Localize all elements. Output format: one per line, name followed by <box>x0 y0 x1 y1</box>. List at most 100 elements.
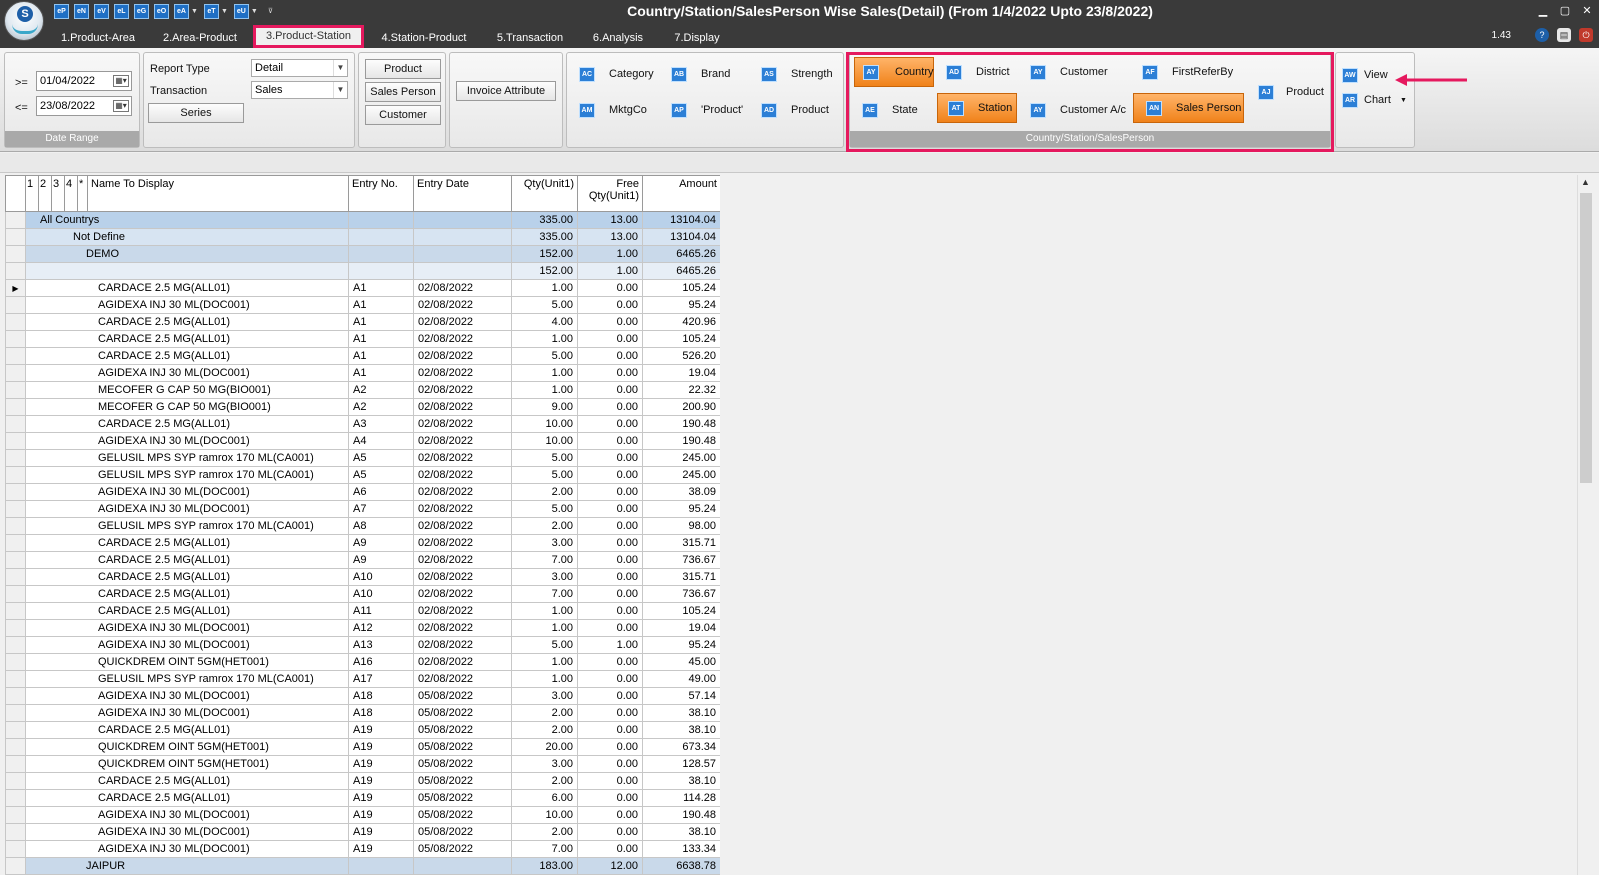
scroll-up-icon[interactable]: ▲ <box>1581 177 1590 187</box>
tab-product-area[interactable]: 1.Product-Area <box>58 28 138 48</box>
quick-access-icon-8[interactable]: eT <box>203 3 219 19</box>
customer-account-option[interactable]: AY Customer A/c <box>1030 95 1130 125</box>
quoted-product-option[interactable]: AP 'Product' <box>671 95 751 125</box>
district-option[interactable]: AD District <box>946 57 1022 87</box>
chevron-down-icon[interactable]: ▼ <box>333 82 347 98</box>
row-selector[interactable] <box>5 670 26 688</box>
table-row[interactable]: AGIDEXA INJ 30 ML(DOC001) A18 05/08/2022 3.… <box>5 687 720 705</box>
table-row[interactable]: ▶ CARDACE 2.5 MG(ALL01) A1 02/08/2022 1.00 0.… <box>5 279 720 297</box>
row-selector[interactable] <box>5 296 26 314</box>
header-level-4[interactable]: 4 <box>64 175 78 212</box>
row-selector[interactable] <box>5 653 26 671</box>
row-selector[interactable] <box>5 585 26 603</box>
quick-access-icon-3[interactable]: eV <box>94 3 109 19</box>
group-row[interactable]: JAIPUR 183.00 12.00 6638.78 <box>5 857 720 875</box>
table-row[interactable]: AGIDEXA INJ 30 ML(DOC001) A13 02/08/2022 5.… <box>5 636 720 654</box>
row-selector[interactable] <box>5 211 26 229</box>
group-row[interactable]: All Countrys 335.00 13.00 13104.04 <box>5 211 720 229</box>
minimize-icon[interactable]: ▁ <box>1536 4 1550 18</box>
row-selector[interactable] <box>5 857 26 875</box>
chevron-down-icon[interactable]: ▼ <box>191 8 198 15</box>
table-row[interactable]: CARDACE 2.5 MG(ALL01) A10 02/08/2022 3.00 0.… <box>5 568 720 586</box>
row-selector[interactable] <box>5 228 26 246</box>
table-row[interactable]: CARDACE 2.5 MG(ALL01) A3 02/08/2022 10.00 0.… <box>5 415 720 433</box>
row-selector[interactable] <box>5 534 26 552</box>
chevron-down-icon[interactable]: ▼ <box>221 8 228 15</box>
station-option[interactable]: AT Station <box>937 93 1017 123</box>
row-selector[interactable] <box>5 500 26 518</box>
row-selector[interactable] <box>5 806 26 824</box>
maximize-icon[interactable]: ▢ <box>1558 4 1572 18</box>
tab-transaction[interactable]: 5.Transaction <box>491 28 569 48</box>
row-selector[interactable] <box>5 432 26 450</box>
table-row[interactable]: AGIDEXA INJ 30 ML(DOC001) A4 02/08/2022 10.… <box>5 432 720 450</box>
row-selector[interactable] <box>5 483 26 501</box>
app-logo[interactable]: S <box>4 1 44 41</box>
chevron-down-icon[interactable]: ▼ <box>1400 97 1407 104</box>
row-selector[interactable] <box>5 738 26 756</box>
header-level-2[interactable]: 2 <box>38 175 52 212</box>
report-type-select[interactable]: Detail ▼ <box>251 59 348 77</box>
mktgco-option[interactable]: AM MktgCo <box>579 95 663 125</box>
customer-filter-button[interactable]: Customer <box>365 105 441 125</box>
table-row[interactable]: QUICKDREM OINT 5GM(HET001) A19 05/08/2022 3… <box>5 755 720 773</box>
row-selector[interactable] <box>5 721 26 739</box>
chart-button[interactable]: AR Chart ▼ <box>1342 90 1408 110</box>
exit-icon[interactable]: ⏻ <box>1579 28 1593 42</box>
row-selector[interactable] <box>5 364 26 382</box>
row-selector[interactable] <box>5 840 26 858</box>
header-entry-date[interactable]: Entry Date <box>413 175 512 212</box>
header-amount[interactable]: Amount <box>642 175 720 212</box>
row-selector[interactable] <box>5 262 26 280</box>
header-free-qty[interactable]: Free Qty(Unit1) <box>577 175 643 212</box>
table-row[interactable]: AGIDEXA INJ 30 ML(DOC001) A19 05/08/2022 10… <box>5 806 720 824</box>
row-selector[interactable] <box>5 449 26 467</box>
header-qty[interactable]: Qty(Unit1) <box>511 175 578 212</box>
brand-option[interactable]: AB Brand <box>671 59 751 89</box>
report-grid[interactable]: 1 2 3 4 * Name To Display Entry No. Entr… <box>5 175 720 875</box>
row-selector[interactable] <box>5 755 26 773</box>
tab-display[interactable]: 7.Display <box>668 28 726 48</box>
tab-product-station[interactable]: 3.Product-Station <box>253 25 364 48</box>
quick-access-icon-5[interactable]: eG <box>134 3 149 19</box>
vertical-scrollbar[interactable]: ▲ <box>1577 175 1594 875</box>
row-selector[interactable] <box>5 415 26 433</box>
product-filter-button[interactable]: Product <box>365 59 441 79</box>
table-row[interactable]: AGIDEXA INJ 30 ML(DOC001) A7 02/08/2022 5.0… <box>5 500 720 518</box>
group-row[interactable]: Not Define 335.00 13.00 13104.04 <box>5 228 720 246</box>
table-row[interactable]: AGIDEXA INJ 30 ML(DOC001) A19 05/08/2022 7.… <box>5 840 720 858</box>
calendar-icon[interactable]: ▦▾ <box>113 75 129 87</box>
customize-toolbar-icon[interactable]: ⊽ <box>268 7 273 15</box>
sales-person-option[interactable]: AN Sales Person <box>1133 93 1244 123</box>
notes-icon[interactable]: ▤ <box>1557 28 1571 42</box>
table-row[interactable]: CARDACE 2.5 MG(ALL01) A1 02/08/2022 4.00 0.0… <box>5 313 720 331</box>
tab-area-product[interactable]: 2.Area-Product <box>160 28 240 48</box>
sales-person-filter-button[interactable]: Sales Person <box>365 82 441 102</box>
close-icon[interactable]: ✕ <box>1580 4 1594 18</box>
customer-option[interactable]: AY Customer <box>1030 57 1130 87</box>
row-selector[interactable] <box>5 772 26 790</box>
table-row[interactable]: AGIDEXA INJ 30 ML(DOC001) A19 05/08/2022 2.… <box>5 823 720 841</box>
row-selector[interactable] <box>5 551 26 569</box>
table-row[interactable]: QUICKDREM OINT 5GM(HET001) A19 05/08/2022 2… <box>5 738 720 756</box>
row-selector[interactable] <box>5 704 26 722</box>
table-row[interactable]: GELUSIL MPS SYP ramrox 170 ML(CA001) A17 0… <box>5 670 720 688</box>
row-selector[interactable] <box>5 636 26 654</box>
product-option[interactable]: AD Product <box>761 95 841 125</box>
table-row[interactable]: AGIDEXA INJ 30 ML(DOC001) A6 02/08/2022 2.0… <box>5 483 720 501</box>
table-row[interactable]: QUICKDREM OINT 5GM(HET001) A16 02/08/2022 1… <box>5 653 720 671</box>
scroll-thumb[interactable] <box>1580 193 1592 483</box>
row-selector[interactable] <box>5 381 26 399</box>
header-entry-no[interactable]: Entry No. <box>348 175 414 212</box>
row-selector[interactable] <box>5 466 26 484</box>
quick-access-icon-7[interactable]: eA <box>174 3 189 19</box>
view-button[interactable]: AW View <box>1342 65 1402 85</box>
table-row[interactable]: CARDACE 2.5 MG(ALL01) A1 02/08/2022 1.00 0.0… <box>5 330 720 348</box>
row-selector[interactable] <box>5 330 26 348</box>
help-icon[interactable]: ? <box>1535 28 1549 42</box>
row-selector[interactable] <box>5 517 26 535</box>
chevron-down-icon[interactable]: ▼ <box>251 8 258 15</box>
table-row[interactable]: AGIDEXA INJ 30 ML(DOC001) A18 05/08/2022 2.… <box>5 704 720 722</box>
group-row[interactable]: DEMO 152.00 1.00 6465.26 <box>5 245 720 263</box>
from-date-field[interactable]: 01/04/2022 ▦▾ <box>36 71 132 91</box>
